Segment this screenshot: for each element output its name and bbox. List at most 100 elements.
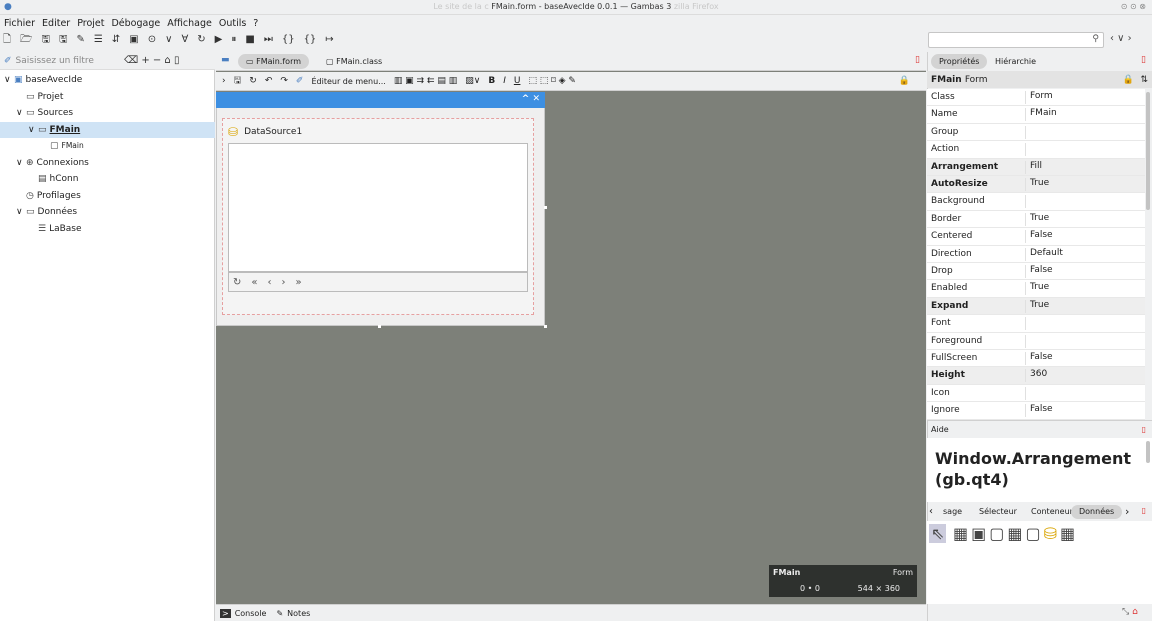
- property-row[interactable]: Expand True: [927, 297, 1145, 316]
- resize-handle[interactable]: [378, 325, 381, 328]
- window-controls-icon[interactable]: ⊙ ⊙ ⊗: [1121, 2, 1146, 11]
- property-value[interactable]: True: [1025, 299, 1145, 313]
- filter-input[interactable]: Saisissez un filtre: [16, 56, 94, 66]
- console-button[interactable]: Console: [235, 609, 267, 618]
- edit-icon[interactable]: ✎: [77, 31, 85, 49]
- property-row[interactable]: AutoResize True: [927, 176, 1145, 194]
- save-icon[interactable]: 🖫: [234, 73, 242, 89]
- property-value[interactable]: True: [1025, 212, 1145, 226]
- property-row[interactable]: FullScreen False: [927, 350, 1145, 368]
- property-row[interactable]: Border True: [927, 210, 1145, 229]
- sort-icon[interactable]: ⇅: [1140, 75, 1148, 85]
- reload-icon[interactable]: ↻: [249, 76, 257, 86]
- property-value[interactable]: False: [1025, 352, 1145, 365]
- property-value[interactable]: True: [1025, 282, 1145, 296]
- menu-item[interactable]: Projet: [77, 18, 104, 29]
- refresh-icon[interactable]: ↻: [233, 277, 241, 288]
- underline-icon[interactable]: U: [514, 76, 521, 86]
- tree-item[interactable]: ▤ hConn: [0, 171, 215, 187]
- layout-icons[interactable]: ▥ ▣ ⇉ ⇇ ▤ ▥: [394, 76, 457, 86]
- menu-editor-button[interactable]: Éditeur de menu...: [311, 77, 385, 86]
- property-value[interactable]: [1025, 125, 1145, 139]
- property-value[interactable]: [1025, 195, 1145, 209]
- property-value[interactable]: False: [1025, 404, 1145, 418]
- open-icon[interactable]: 🗁: [20, 31, 32, 49]
- expand-icon[interactable]: ∨: [28, 122, 38, 138]
- close-tab-icon[interactable]: ▯: [915, 55, 920, 65]
- lock-icon[interactable]: 🔒: [899, 76, 910, 86]
- menu-item[interactable]: Outils: [219, 18, 246, 29]
- nav-arrows-icon[interactable]: ‹ ∨ ›: [1110, 33, 1132, 44]
- property-value[interactable]: [1025, 386, 1145, 400]
- property-row[interactable]: Font: [927, 315, 1145, 333]
- record-icon[interactable]: ⊙: [148, 31, 156, 49]
- property-value[interactable]: [1025, 317, 1145, 331]
- expand-icon[interactable]: ∨: [4, 72, 14, 88]
- resize-handle[interactable]: [544, 206, 547, 209]
- tree-item[interactable]: ◷ Profilages: [0, 188, 215, 204]
- close-panel-icon[interactable]: ▯: [1141, 55, 1146, 65]
- palette-tab[interactable]: Données: [1071, 505, 1123, 519]
- align-icons[interactable]: ⬚ ⬚ ⌑ ◈ ✎: [528, 76, 576, 86]
- expand-icon[interactable]: ∨: [16, 155, 26, 171]
- property-row[interactable]: Action: [927, 141, 1145, 159]
- property-value[interactable]: [1025, 143, 1145, 157]
- chevron-right-icon[interactable]: ›: [1125, 505, 1129, 518]
- property-row[interactable]: Class Form: [927, 89, 1145, 107]
- menu-item[interactable]: ?: [253, 18, 258, 29]
- property-value[interactable]: Default: [1025, 247, 1145, 261]
- property-value[interactable]: 360: [1025, 369, 1145, 383]
- properties-icon[interactable]: ☰: [94, 31, 103, 49]
- property-row[interactable]: Height 360: [927, 367, 1145, 385]
- menu-item[interactable]: Affichage: [167, 18, 212, 29]
- property-scrollbar[interactable]: [1146, 92, 1150, 210]
- tree-item[interactable]: ∨ ▣ baseAvecIde: [0, 72, 215, 88]
- save-icon[interactable]: 🖫: [41, 31, 50, 49]
- chevron-left-icon[interactable]: ‹: [929, 506, 933, 517]
- filter-tools-icon[interactable]: ⌫ + − ⌂ ▯: [124, 55, 179, 66]
- first-record-icon[interactable]: «: [251, 277, 257, 288]
- footer-icons[interactable]: ⤡ ⌂: [1122, 607, 1138, 617]
- property-row[interactable]: Enabled True: [927, 280, 1145, 298]
- tab-fmain-class[interactable]: ▢ FMain.class: [318, 54, 390, 69]
- bold-icon[interactable]: B: [488, 76, 495, 86]
- notes-button[interactable]: Notes: [287, 609, 310, 618]
- form-icon[interactable]: ▣: [129, 31, 138, 49]
- help-scrollbar[interactable]: [1146, 441, 1150, 463]
- new-icon[interactable]: 🗋: [3, 31, 11, 49]
- pause-icon[interactable]: ⏸: [231, 31, 236, 49]
- tree-item[interactable]: ∨ ▭ Sources: [0, 105, 215, 121]
- property-value[interactable]: False: [1025, 230, 1145, 244]
- italic-icon[interactable]: I: [503, 76, 506, 86]
- property-row[interactable]: Background: [927, 193, 1145, 211]
- expand-icon[interactable]: ∨: [16, 105, 26, 121]
- tree-item[interactable]: ∨ ▭ Données: [0, 204, 215, 220]
- tab-hierarchy[interactable]: Hiérarchie: [987, 54, 1044, 69]
- data-controls-icons[interactable]: ▦▣▢▦▢⛁▦: [953, 524, 1078, 543]
- resize-handle[interactable]: [544, 325, 547, 328]
- import-icon[interactable]: ⇵: [112, 31, 120, 49]
- menu-item[interactable]: Editer: [42, 18, 70, 29]
- expand-icon[interactable]: ∨: [16, 204, 26, 220]
- search-input[interactable]: ⚲: [928, 32, 1104, 48]
- tree-item[interactable]: ▢ FMain: [0, 138, 215, 154]
- form-window-controls-icon[interactable]: ^ ✕: [522, 94, 540, 104]
- property-row[interactable]: Ignore False: [927, 402, 1145, 420]
- tree-item[interactable]: ∨ ▭ FMain: [0, 121, 215, 138]
- step-end-icon[interactable]: ↦: [325, 31, 333, 49]
- property-row[interactable]: Icon: [927, 384, 1145, 403]
- tree-item[interactable]: ∨ ⊕ Connexions: [0, 155, 215, 171]
- property-value[interactable]: Form: [1025, 91, 1145, 104]
- property-value[interactable]: False: [1025, 265, 1145, 278]
- tree-item[interactable]: ▭ Projet: [0, 89, 215, 105]
- property-value[interactable]: True: [1025, 178, 1145, 191]
- undo-icon[interactable]: ↶: [265, 76, 273, 86]
- braces-icon[interactable]: {}: [282, 31, 295, 49]
- property-value[interactable]: [1025, 334, 1145, 348]
- property-value[interactable]: FMain: [1025, 108, 1145, 122]
- close-palette-icon[interactable]: ▯: [1142, 506, 1146, 515]
- property-value[interactable]: Fill: [1025, 160, 1145, 174]
- tab-fmain-form[interactable]: ▭ FMain.form: [238, 54, 310, 69]
- step-icon[interactable]: ⏭: [264, 31, 273, 49]
- color-icon[interactable]: ▨∨: [465, 76, 480, 86]
